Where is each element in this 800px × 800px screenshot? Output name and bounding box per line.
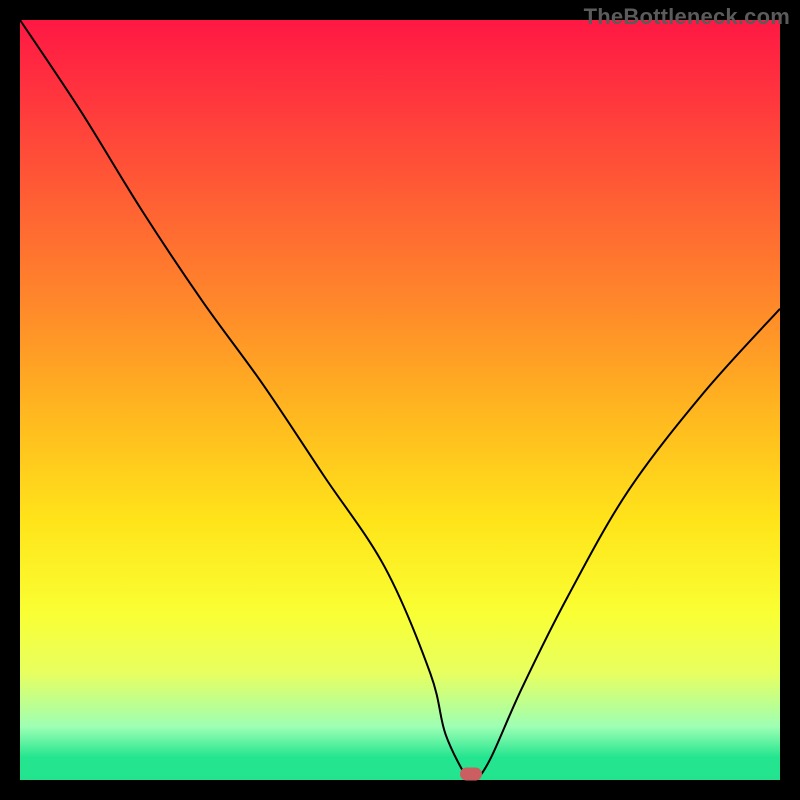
optimal-point-marker <box>460 767 482 780</box>
watermark-text: TheBottleneck.com <box>584 4 790 30</box>
bottleneck-curve <box>20 20 780 780</box>
plot-area <box>20 20 780 780</box>
chart-frame: TheBottleneck.com <box>0 0 800 800</box>
